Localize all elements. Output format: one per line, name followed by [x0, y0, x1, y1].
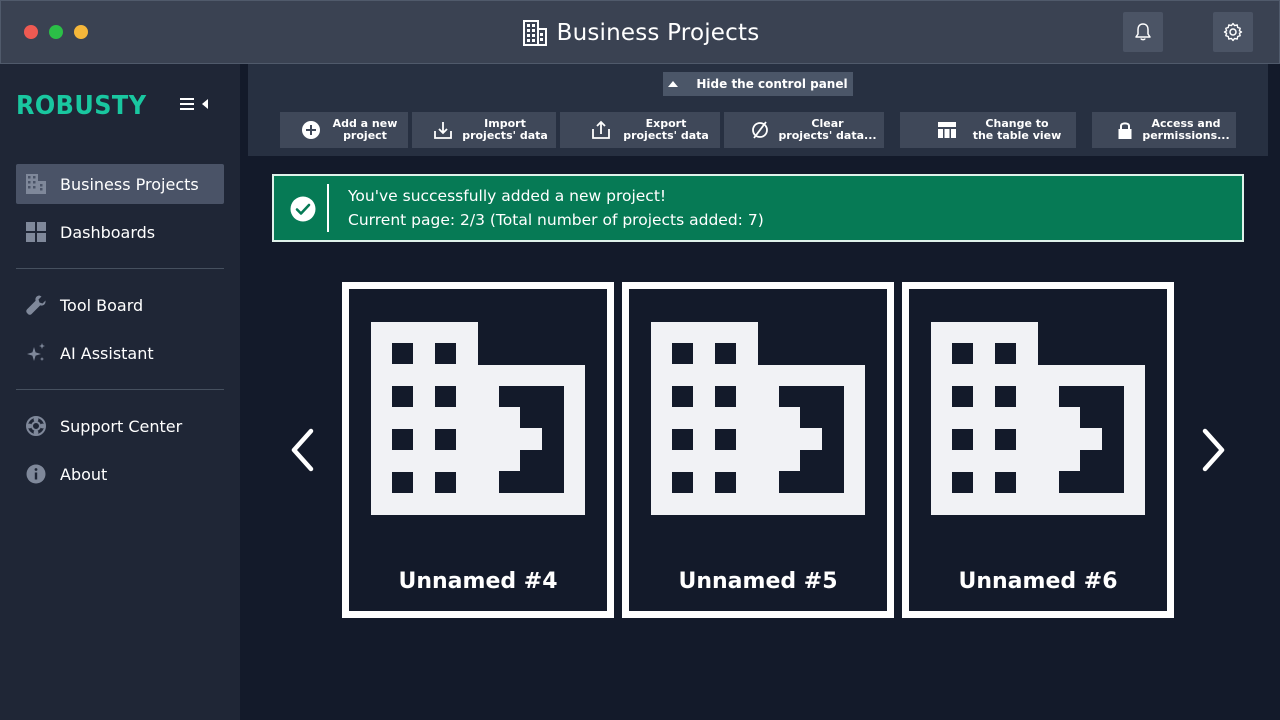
- window-title-group: Business Projects: [1, 1, 1280, 65]
- export-data-button[interactable]: Export projects' data: [560, 112, 720, 148]
- building-icon: [651, 322, 865, 515]
- sidebar-item-support-center[interactable]: Support Center: [16, 406, 224, 446]
- building-icon: [16, 164, 56, 204]
- hide-control-panel-button[interactable]: Hide the control panel: [663, 72, 853, 96]
- chevron-left-icon: [202, 99, 208, 109]
- info-icon: [16, 454, 56, 494]
- button-label-line2: permissions...: [1142, 129, 1230, 142]
- sidebar-divider: [16, 268, 224, 269]
- import-data-button[interactable]: Import projects' data: [412, 112, 556, 148]
- project-card[interactable]: Unnamed #4: [342, 282, 614, 618]
- sidebar-item-business-projects[interactable]: Business Projects: [16, 164, 224, 204]
- button-label-line2: projects' data: [462, 129, 548, 142]
- gear-icon: [1223, 22, 1243, 42]
- import-icon: [432, 119, 454, 141]
- project-card[interactable]: Unnamed #5: [622, 282, 894, 618]
- window-title: Business Projects: [556, 20, 760, 46]
- lifebuoy-icon: [16, 406, 56, 446]
- button-label-line2: project: [343, 129, 387, 142]
- chevron-right-icon: [1202, 428, 1225, 472]
- sidebar-item-dashboards[interactable]: Dashboards: [16, 212, 224, 252]
- caret-up-icon: [668, 81, 679, 87]
- chevron-left-icon: [291, 428, 314, 472]
- project-card-title: Unnamed #6: [958, 569, 1118, 594]
- building-icon: [522, 20, 547, 46]
- notification-title: You've successfully added a new project!: [348, 187, 667, 205]
- carousel-previous-button[interactable]: [287, 428, 317, 472]
- check-circle-icon: [290, 196, 316, 222]
- sparkle-icon: [16, 333, 56, 373]
- button-label-line2: projects' data...: [778, 129, 877, 142]
- carousel-next-button[interactable]: [1199, 428, 1229, 472]
- access-permissions-button[interactable]: Access and permissions...: [1092, 112, 1236, 148]
- project-card-title: Unnamed #4: [398, 569, 558, 594]
- building-icon: [371, 322, 585, 515]
- sidebar-item-label: AI Assistant: [60, 343, 154, 363]
- wrench-icon: [16, 285, 56, 325]
- building-icon: [931, 322, 1145, 515]
- clear-icon: [749, 119, 771, 141]
- clear-data-button[interactable]: Clear projects' data...: [724, 112, 884, 148]
- title-bar: Business Projects: [0, 0, 1280, 64]
- sidebar-item-label: About: [60, 464, 108, 484]
- lock-icon: [1114, 119, 1136, 141]
- export-icon: [590, 119, 612, 141]
- success-notification: You've successfully added a new project!…: [272, 174, 1244, 242]
- plus-circle-icon: [300, 119, 322, 141]
- sidebar-item-tool-board[interactable]: Tool Board: [16, 285, 224, 325]
- sidebar-divider: [16, 389, 224, 390]
- notifications-button[interactable]: [1123, 12, 1163, 52]
- sidebar-item-ai-assistant[interactable]: AI Assistant: [16, 333, 224, 373]
- grid-icon: [16, 212, 56, 252]
- sidebar-item-label: Support Center: [60, 416, 183, 436]
- sidebar-item-label: Tool Board: [60, 295, 144, 315]
- notification-detail: Current page: 2/3 (Total number of proje…: [348, 211, 764, 229]
- sidebar-item-label: Dashboards: [60, 222, 156, 242]
- table-icon: [936, 119, 958, 141]
- sidebar: ROBUSTY Business Projects Dashboards Too…: [0, 64, 240, 720]
- add-project-button[interactable]: Add a new project: [280, 112, 408, 148]
- change-to-table-view-button[interactable]: Change to the table view: [900, 112, 1076, 148]
- sidebar-collapse-button[interactable]: [180, 97, 212, 111]
- notification-separator: [327, 184, 329, 232]
- hide-control-panel-label: Hide the control panel: [696, 77, 848, 91]
- button-label-line2: projects' data: [623, 129, 709, 142]
- project-card-title: Unnamed #5: [678, 569, 838, 594]
- hamburger-icon: [180, 98, 194, 110]
- bell-icon: [1135, 23, 1151, 41]
- sidebar-item-label: Business Projects: [60, 174, 199, 194]
- button-label-line2: the table view: [972, 129, 1062, 142]
- sidebar-item-about[interactable]: About: [16, 454, 224, 494]
- project-card[interactable]: Unnamed #6: [902, 282, 1174, 618]
- app-logo: ROBUSTY: [16, 91, 147, 121]
- settings-button[interactable]: [1213, 12, 1253, 52]
